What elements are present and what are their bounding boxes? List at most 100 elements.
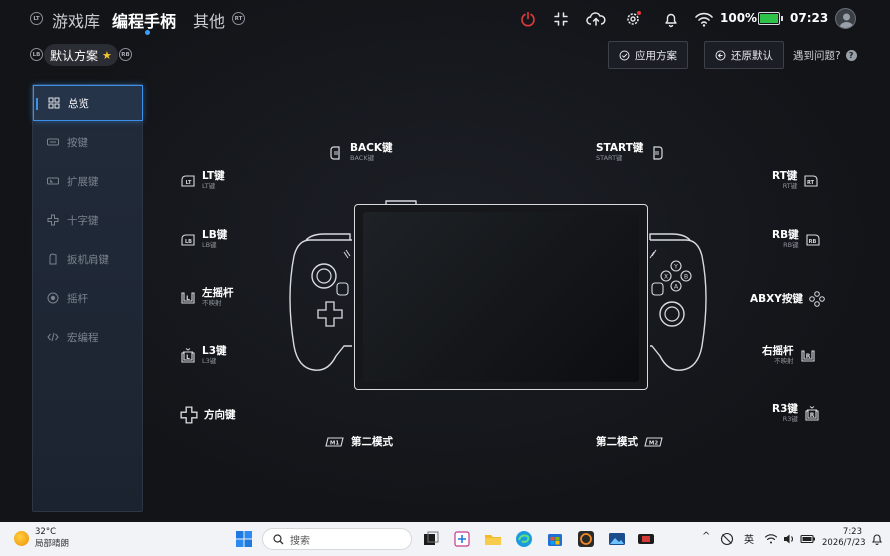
mapping-rb[interactable]: RB RB键 RB键 [772,229,821,250]
scheme-selector[interactable]: 默认方案 ★ [44,44,118,66]
focus-assist-icon[interactable] [720,532,734,546]
restore-icon [715,50,726,60]
lb-bumper-hint: LB [30,48,43,61]
joystick-icon [47,292,59,304]
sidebar-item-label: 按键 [67,136,88,149]
sidebar-item-extension-keys[interactable]: 扩展键 [33,163,142,199]
scheme-name: 默认方案 [50,48,99,63]
edge-browser-icon[interactable] [514,529,534,549]
settings-gear-icon[interactable] [624,10,642,28]
mapping-left-stick[interactable]: L 左摇杆 不映射 [180,287,234,308]
sidebar-item-triggers[interactable]: 扳机肩键 [33,241,142,277]
mapping-lb-sub: LB键 [202,241,217,249]
mapping-abxy[interactable]: ABXY按键 [750,291,825,307]
taskbar-search-input[interactable]: 搜索 [262,528,412,550]
svg-text:R: R [810,412,815,419]
task-view-icon[interactable] [421,529,441,549]
button-y-label: Y [673,264,678,271]
tray-overflow-icon[interactable]: ^ [702,531,710,542]
mapping-lb[interactable]: LB LB键 LB键 [180,229,227,250]
cloud-upload-icon[interactable] [586,10,606,28]
back-button-icon [330,145,340,160]
battery-fill [760,14,778,23]
mapping-l3[interactable]: L L3键 L3键 [180,345,227,366]
mapping-back[interactable]: BACK键 BACK键 [328,142,392,163]
sidebar-item-keys[interactable]: 按键 [33,124,142,160]
mapping-rb-sub: RB键 [783,241,799,249]
game-launcher-icon[interactable] [576,529,596,549]
right-stick-graphic [659,301,685,327]
mapping-dpad-main: 方向键 [204,409,236,421]
sidebar-item-macro[interactable]: 宏编程 [33,319,142,355]
mapping-abxy-main: ABXY按键 [750,293,803,305]
power-icon[interactable] [519,10,537,28]
sidebar-item-label: 摇杆 [67,292,88,305]
taskbar-clock[interactable]: 7:23 2026/7/23 [822,527,866,549]
mapping-start-main: START键 [596,142,644,154]
apply-scheme-button[interactable]: 应用方案 [608,41,688,69]
input-method-indicator[interactable]: 英 [744,531,754,546]
mapping-lt[interactable]: LT LT键 LT键 [180,170,225,191]
tray-battery-icon[interactable] [800,532,816,546]
controller-app: LT 游戏库 编程手柄 其他 RT 100% 07:23 LB 默认方案 ★ R… [0,0,890,522]
snipping-tool-icon[interactable] [452,529,472,549]
sidebar-item-label: 总览 [68,97,89,110]
mapping-back-sub: BACK键 [350,154,375,162]
mapping-rt[interactable]: RT RT键 RT键 [772,170,819,191]
dpad-key-icon [180,406,198,424]
mapping-m2[interactable]: M2 第二模式 [596,434,664,450]
mapping-m1[interactable]: M1 第二模式 [325,434,393,450]
sidebar-item-joystick[interactable]: 摇杆 [33,280,142,316]
device-screen-frame [354,204,648,390]
user-avatar[interactable] [835,8,856,29]
help-question-icon: ? [845,50,857,61]
controller-app-icon[interactable] [636,529,656,549]
fullscreen-exit-icon[interactable] [552,10,570,28]
volume-icon[interactable] [782,532,796,546]
abxy-buttons-icon [809,291,825,307]
sidebar-item-label: 十字键 [67,214,99,227]
m2-key-icon: M2 [644,437,663,447]
grid-icon [48,97,60,109]
lt-key-icon: LT [181,174,195,187]
notification-center-icon[interactable] [870,532,884,546]
sidebar-item-dpad[interactable]: 十字键 [33,202,142,238]
mapping-left-stick-sub: 不映射 [202,299,222,307]
photos-app-icon[interactable] [607,529,627,549]
taskbar-date: 2026/7/23 [822,538,866,548]
user-icon [839,13,854,28]
dpad-graphic [317,301,343,327]
rt-bumper-hint: RT [232,12,245,25]
mapping-start[interactable]: START键 START键 [596,142,665,163]
button-a-label: A [674,284,679,291]
restore-default-button[interactable]: 还原默认 [704,41,784,69]
mapping-back-main: BACK键 [350,142,393,154]
mapping-dpad[interactable]: 方向键 [180,406,236,424]
rb-bumper-hint: RB [119,48,132,61]
mapping-right-stick[interactable]: R 右摇杆 不映射 [762,345,816,366]
weather-widget[interactable]: 32°C 局部晴朗 [14,527,69,549]
battery-percentage: 100% [720,11,758,25]
tab-programmable-controller[interactable]: 编程手柄 [112,8,176,32]
svg-text:R: R [805,353,810,360]
svg-text:M1: M1 [330,441,339,447]
notification-bell-icon[interactable] [662,10,680,28]
r3-key-icon: R [805,405,819,421]
tab-other[interactable]: 其他 [193,8,225,32]
help-link[interactable]: 遇到问题? ? [793,48,857,63]
windows-taskbar: 32°C 局部晴朗 搜索 ^ 英 7:23 2026/7/23 [0,522,890,556]
svg-text:LT: LT [186,180,192,186]
sidebar-item-label: 扩展键 [67,175,99,188]
mapping-r3[interactable]: R R3键 R3键 [772,403,820,424]
mapping-m2-main: 第二模式 [596,436,638,448]
svg-text:L: L [186,295,190,302]
tray-wifi-icon[interactable] [764,532,778,546]
sidebar-item-label: 宏编程 [67,331,99,344]
svg-text:RB: RB [808,239,816,245]
file-explorer-icon[interactable] [483,529,503,549]
top-nav: LT 游戏库 编程手柄 其他 RT 100% 07:23 [0,0,890,38]
sidebar-item-overview[interactable]: 总览 [33,85,143,121]
tab-game-library[interactable]: 游戏库 [52,8,100,32]
microsoft-store-icon[interactable] [545,529,565,549]
windows-start-icon[interactable] [234,529,254,549]
